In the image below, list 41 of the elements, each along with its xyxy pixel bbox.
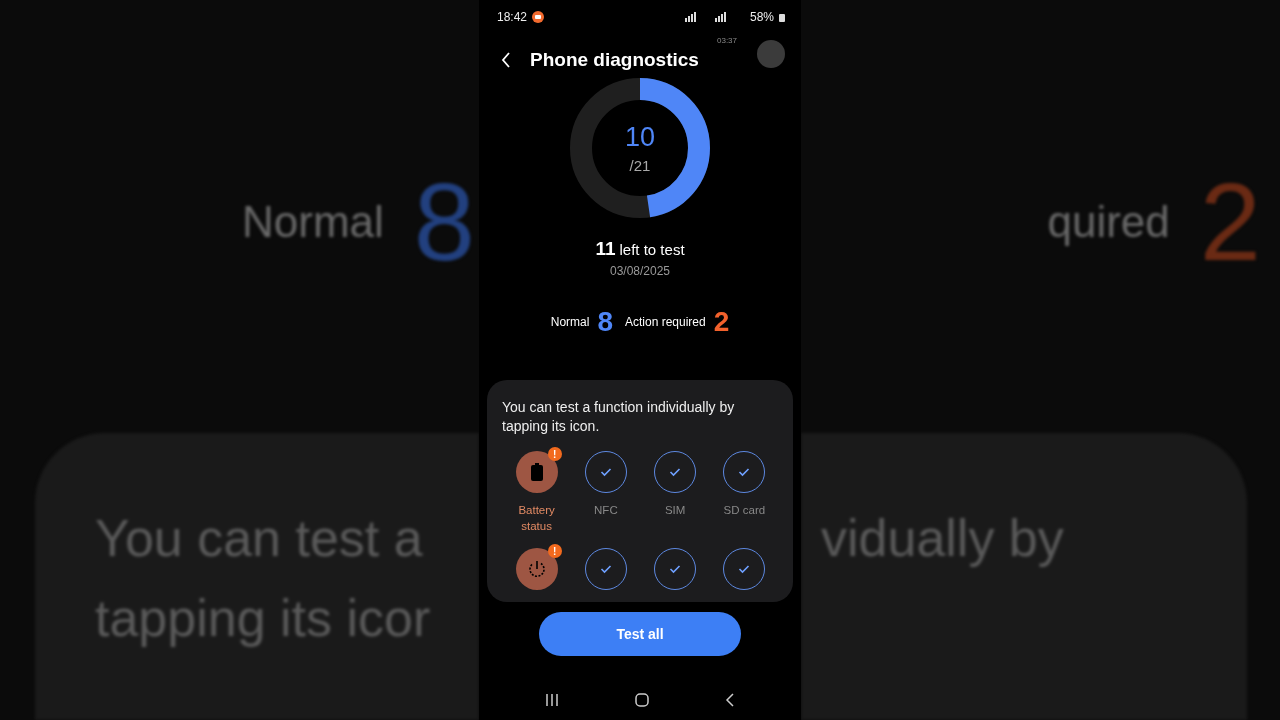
battery-icon xyxy=(779,12,785,22)
backdrop-text: Normal xyxy=(242,196,384,247)
tested-count: 10 xyxy=(624,122,655,153)
power-icon xyxy=(526,559,547,579)
test-label: SIM xyxy=(664,503,686,518)
stat-count: 2 xyxy=(713,306,730,338)
page-title: Phone diagnostics xyxy=(530,49,699,71)
back-icon[interactable] xyxy=(725,693,735,707)
battery-icon xyxy=(530,463,543,481)
record-icon xyxy=(532,11,545,23)
check-icon xyxy=(599,467,612,477)
alert-badge: ! xyxy=(547,447,562,461)
check-icon xyxy=(738,564,751,574)
backdrop-text: vidually by xyxy=(821,508,1064,569)
recording-timer: 03:37 xyxy=(717,36,738,45)
test-date: 03/08/2025 xyxy=(609,264,670,278)
home-icon[interactable] xyxy=(635,693,649,707)
stat-label: Normal xyxy=(550,315,590,329)
backdrop-count: 2 xyxy=(1199,166,1261,277)
backdrop-text: You can test a xyxy=(95,508,424,569)
alert-badge: ! xyxy=(547,544,562,558)
test-label: NFC xyxy=(594,503,618,518)
backdrop-text: tapping its icor xyxy=(95,588,432,649)
hint-text: You can test a function individually by tapping its icon. xyxy=(502,398,736,436)
test-all-button[interactable]: Test all xyxy=(539,612,741,656)
check-icon xyxy=(669,467,682,477)
status-time: 18:42 xyxy=(497,10,528,24)
check-icon xyxy=(738,467,751,477)
stat-label: Action required xyxy=(624,315,706,329)
backdrop-count: 8 xyxy=(413,166,475,277)
recents-icon[interactable] xyxy=(545,694,559,706)
check-icon xyxy=(599,564,612,574)
left-label: left to test xyxy=(619,241,685,258)
total-count: /21 xyxy=(629,157,651,174)
stat-count: 8 xyxy=(597,306,613,338)
test-label: Battery status xyxy=(517,503,556,534)
test-label: SD card xyxy=(723,503,766,518)
backdrop-text: quired xyxy=(1047,196,1170,247)
check-icon xyxy=(669,564,682,574)
left-count: 11 xyxy=(595,238,616,260)
battery-level: 58% xyxy=(749,10,774,24)
